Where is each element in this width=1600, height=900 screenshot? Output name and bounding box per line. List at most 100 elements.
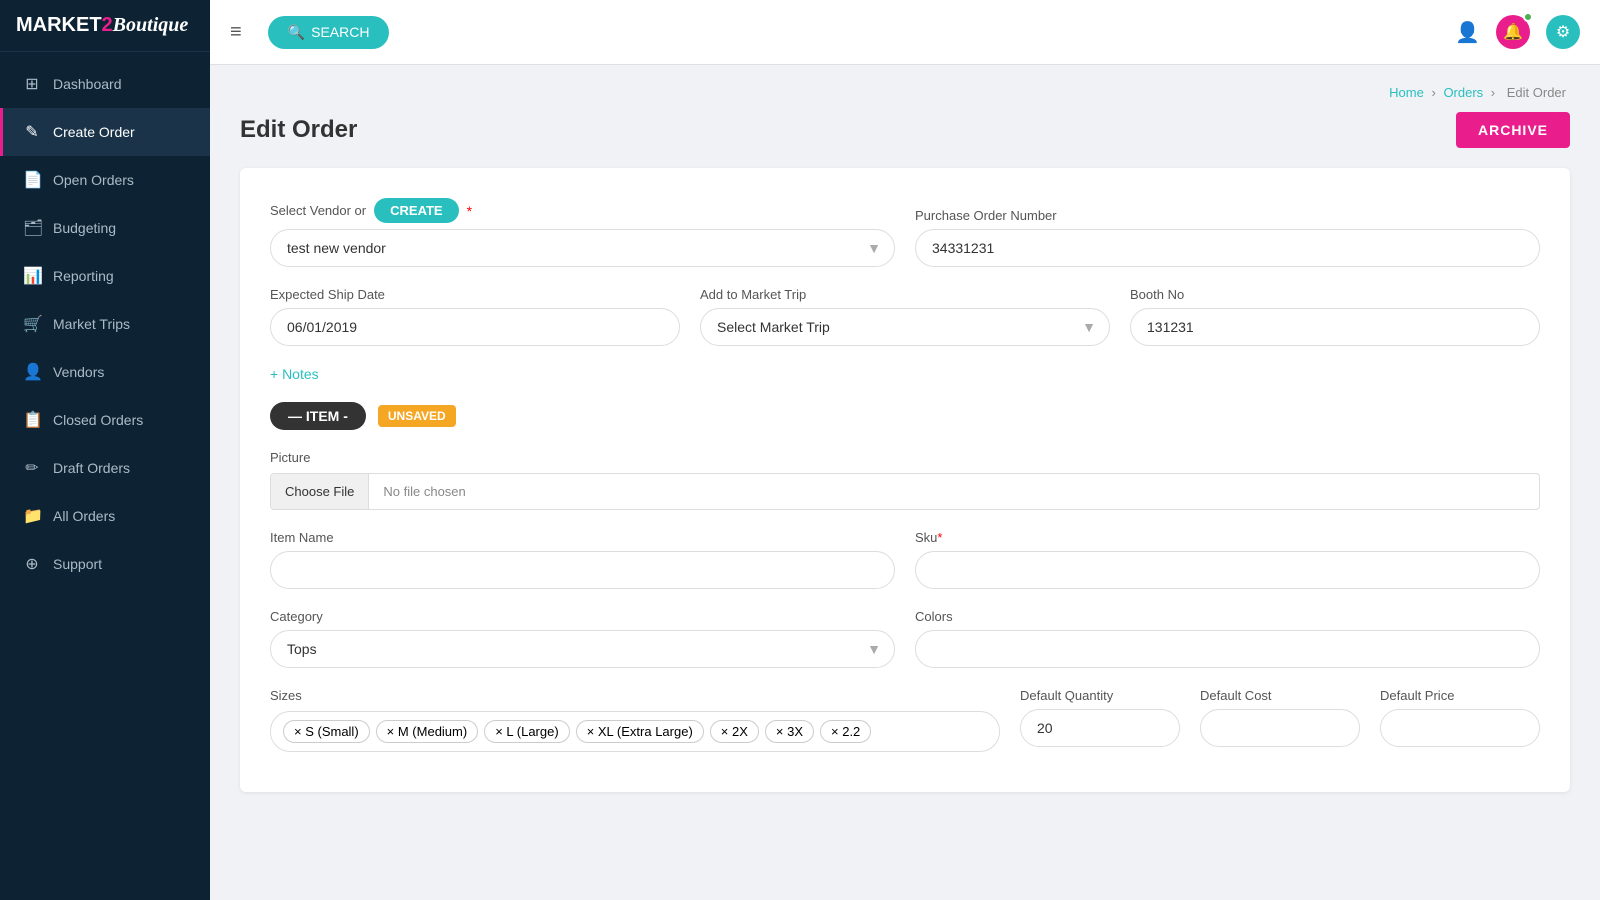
create-vendor-button[interactable]: CREATE: [374, 198, 458, 223]
topbar-right: 👤 🔔 ⚙: [1455, 15, 1580, 49]
breadcrumb-current: Edit Order: [1507, 85, 1566, 100]
market-trip-label: Add to Market Trip: [700, 287, 1110, 302]
picture-section: Picture Choose File No file chosen: [270, 450, 1540, 510]
ship-market-booth-row: Expected Ship Date Add to Market Trip Se…: [270, 287, 1540, 346]
breadcrumb-orders[interactable]: Orders: [1443, 85, 1483, 100]
create-order-icon: ✎: [23, 122, 41, 142]
booth-group: Booth No: [1130, 287, 1540, 346]
item-name-input[interactable]: [270, 551, 895, 589]
item-name-label: Item Name: [270, 530, 895, 545]
category-select[interactable]: Tops: [270, 630, 895, 668]
category-colors-row: Category Tops ▼ Colors: [270, 609, 1540, 668]
size-tag[interactable]: × L (Large): [484, 720, 569, 743]
settings-button[interactable]: ⚙: [1546, 15, 1580, 49]
vendors-icon: 👤: [23, 362, 41, 382]
item-header: — ITEM - UNSAVED: [270, 402, 1540, 430]
vendor-select-wrap: test new vendor ▼: [270, 229, 895, 267]
default-qty-group: Default Quantity: [1020, 688, 1180, 747]
market-trip-group: Add to Market Trip Select Market Trip ▼: [700, 287, 1110, 346]
vendor-label: Select Vendor or: [270, 203, 366, 218]
sidebar-item-budgeting[interactable]: 🗂 Budgeting: [0, 204, 210, 252]
default-price-group: Default Price: [1380, 688, 1540, 747]
notes-link[interactable]: + Notes: [270, 366, 319, 382]
default-price-input[interactable]: [1380, 709, 1540, 747]
category-group: Category Tops ▼: [270, 609, 895, 668]
topbar: ≡ 🔍 SEARCH 👤 🔔 ⚙: [210, 0, 1600, 65]
hamburger-button[interactable]: ≡: [230, 21, 242, 44]
sidebar-nav: ⊞ Dashboard ✎ Create Order 📄 Open Orders…: [0, 52, 210, 900]
sidebar-item-reporting[interactable]: 📊 Reporting: [0, 252, 210, 300]
page-header: Edit Order ARCHIVE: [240, 112, 1570, 148]
sku-group: Sku*: [915, 530, 1540, 589]
dashboard-icon: ⊞: [23, 74, 41, 94]
sizes-defaults-row: Sizes × S (Small) × M (Medium)× L (Large)…: [270, 688, 1540, 752]
default-cost-label: Default Cost: [1200, 688, 1360, 703]
breadcrumb: Home › Orders › Edit Order: [240, 85, 1570, 100]
item-badge: — ITEM -: [270, 402, 366, 430]
choose-file-button[interactable]: Choose File: [271, 474, 369, 509]
breadcrumb-home[interactable]: Home: [1389, 85, 1424, 100]
po-group: Purchase Order Number: [915, 208, 1540, 267]
market-trips-icon: 🛒: [23, 314, 41, 334]
page-title: Edit Order: [240, 116, 357, 144]
size-tag[interactable]: × 2X: [710, 720, 759, 743]
sidebar-item-all-orders[interactable]: 📁 All Orders: [0, 492, 210, 540]
file-input-row: Choose File No file chosen: [270, 473, 1540, 510]
booth-input[interactable]: [1130, 308, 1540, 346]
budgeting-icon: 🗂: [23, 218, 41, 238]
content-area: Home › Orders › Edit Order Edit Order AR…: [210, 65, 1600, 900]
sizes-group: Sizes × S (Small) × M (Medium)× L (Large)…: [270, 688, 1000, 752]
logo: MARKET2Boutique: [0, 0, 210, 52]
picture-label: Picture: [270, 450, 1540, 465]
default-price-label: Default Price: [1380, 688, 1540, 703]
archive-button[interactable]: ARCHIVE: [1456, 112, 1570, 148]
search-icon: 🔍: [288, 24, 305, 41]
size-tag[interactable]: × 3X: [765, 720, 814, 743]
size-tag[interactable]: × XL (Extra Large): [576, 720, 704, 743]
support-icon: ⊕: [23, 554, 41, 574]
market-trip-select[interactable]: Select Market Trip: [700, 308, 1110, 346]
sidebar-item-vendors[interactable]: 👤 Vendors: [0, 348, 210, 396]
default-cost-input[interactable]: [1200, 709, 1360, 747]
unsaved-badge: UNSAVED: [378, 405, 456, 427]
colors-label: Colors: [915, 609, 1540, 624]
sizes-label: Sizes: [270, 688, 1000, 703]
sidebar-item-open-orders[interactable]: 📄 Open Orders: [0, 156, 210, 204]
sidebar-item-closed-orders[interactable]: 📋 Closed Orders: [0, 396, 210, 444]
main-area: ≡ 🔍 SEARCH 👤 🔔 ⚙ Home › Orders › Edit Or…: [210, 0, 1600, 900]
size-tag[interactable]: × S (Small): [283, 720, 370, 743]
sizes-tags-container[interactable]: × S (Small) × M (Medium)× L (Large) × XL (…: [270, 711, 1000, 752]
po-label: Purchase Order Number: [915, 208, 1540, 223]
sidebar-item-create-order[interactable]: ✎ Create Order: [0, 108, 210, 156]
sidebar-item-dashboard[interactable]: ⊞ Dashboard: [0, 60, 210, 108]
default-qty-input[interactable]: [1020, 709, 1180, 747]
sku-label: Sku*: [915, 530, 1540, 545]
sidebar-item-draft-orders[interactable]: ✏ Draft Orders: [0, 444, 210, 492]
sidebar-item-support[interactable]: ⊕ Support: [0, 540, 210, 588]
default-qty-label: Default Quantity: [1020, 688, 1180, 703]
size-tag[interactable]: × M (Medium): [376, 720, 479, 743]
colors-group: Colors: [915, 609, 1540, 668]
ship-date-input[interactable]: [270, 308, 680, 346]
ship-date-group: Expected Ship Date: [270, 287, 680, 346]
user-icon[interactable]: 👤: [1455, 20, 1480, 45]
notification-badge: [1523, 12, 1533, 22]
vendor-select[interactable]: test new vendor: [270, 229, 895, 267]
item-name-group: Item Name: [270, 530, 895, 589]
sidebar-item-market-trips[interactable]: 🛒 Market Trips: [0, 300, 210, 348]
form-card: Select Vendor or CREATE * test new vendo…: [240, 168, 1570, 792]
open-orders-icon: 📄: [23, 170, 41, 190]
size-tag[interactable]: × 2.2: [820, 720, 871, 743]
closed-orders-icon: 📋: [23, 410, 41, 430]
booth-label: Booth No: [1130, 287, 1540, 302]
ship-date-label: Expected Ship Date: [270, 287, 680, 302]
sidebar: MARKET2Boutique ⊞ Dashboard ✎ Create Ord…: [0, 0, 210, 900]
colors-input[interactable]: [915, 630, 1540, 668]
notification-button[interactable]: 🔔: [1496, 15, 1530, 49]
default-cost-group: Default Cost: [1200, 688, 1360, 747]
sku-input[interactable]: [915, 551, 1540, 589]
po-input[interactable]: [915, 229, 1540, 267]
all-orders-icon: 📁: [23, 506, 41, 526]
item-name-sku-row: Item Name Sku*: [270, 530, 1540, 589]
search-button[interactable]: 🔍 SEARCH: [268, 16, 390, 49]
